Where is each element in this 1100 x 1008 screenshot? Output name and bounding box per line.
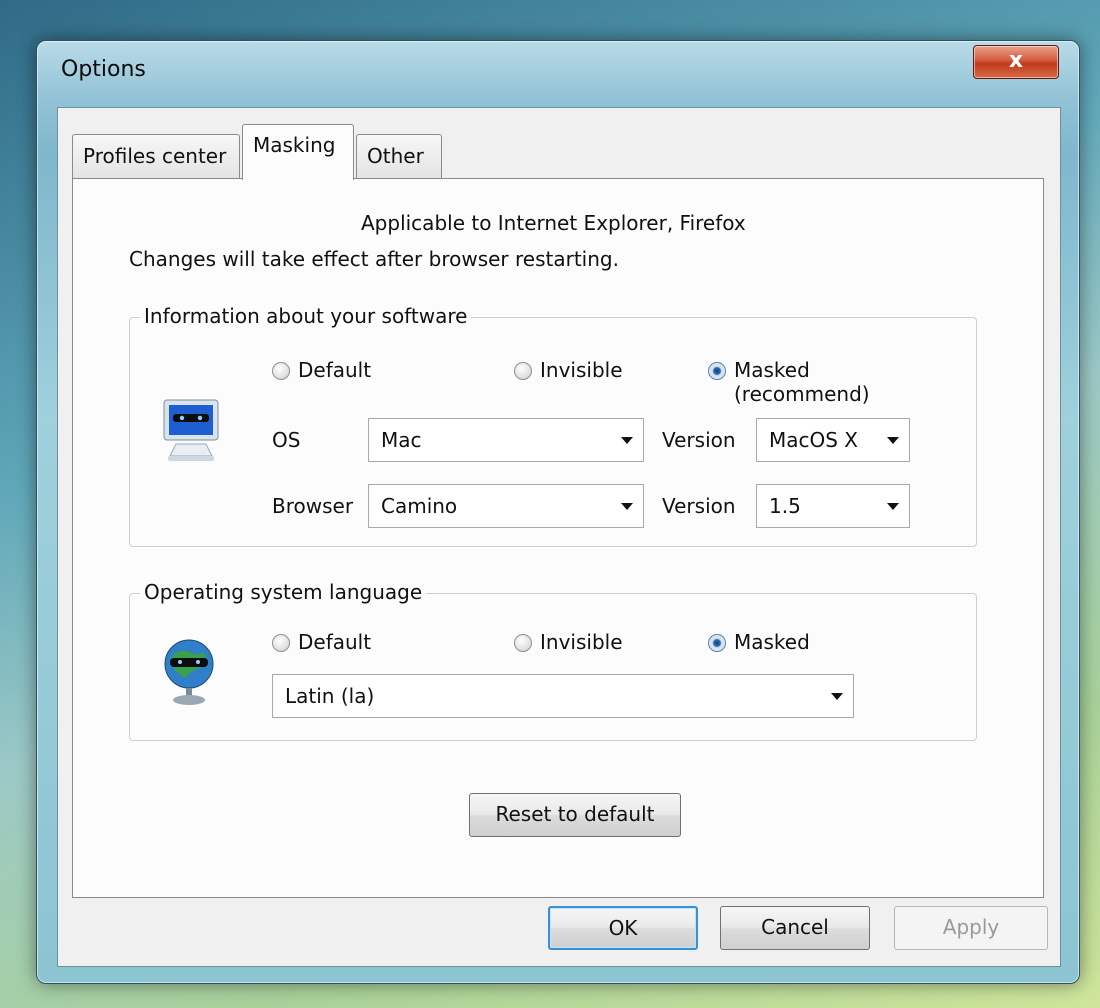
radio-label: Default <box>298 358 372 382</box>
software-default-radio[interactable]: Default <box>272 358 371 382</box>
language-masked-radio[interactable]: Masked <box>708 630 810 654</box>
reset-to-default-button[interactable]: Reset to default <box>469 793 681 837</box>
applicable-note: Applicable to Internet Explorer, Firefox <box>361 211 746 235</box>
chevron-down-icon <box>887 503 899 510</box>
chevron-down-icon <box>887 437 899 444</box>
language-invisible-radio[interactable]: Invisible <box>514 630 623 654</box>
software-group: Information about your software Default … <box>129 304 977 547</box>
radio-unchecked-icon <box>514 362 532 380</box>
chevron-down-icon <box>621 437 633 444</box>
language-group: Operating system language Default Invisi… <box>129 580 977 741</box>
software-group-title: Information about your software <box>140 304 472 328</box>
tab-other[interactable]: Other <box>356 134 442 178</box>
tab-profiles-center[interactable]: Profiles center <box>72 134 240 178</box>
radio-unchecked-icon <box>272 362 290 380</box>
software-invisible-radio[interactable]: Invisible <box>514 358 623 382</box>
restart-note: Changes will take effect after browser r… <box>129 247 619 271</box>
options-window: Options x Profiles center Masking Other … <box>36 40 1080 984</box>
radio-checked-icon <box>708 634 726 652</box>
radio-unchecked-icon <box>272 634 290 652</box>
radio-label: Default <box>298 630 372 654</box>
tab-masking[interactable]: Masking <box>242 124 354 180</box>
browser-version-select[interactable]: 1.5 <box>756 484 910 528</box>
radio-label: Invisible <box>540 630 623 654</box>
browser-version-label: Version <box>662 494 736 518</box>
language-default-radio[interactable]: Default <box>272 630 371 654</box>
recommend-note: (recommend) <box>734 382 870 406</box>
browser-select[interactable]: Camino <box>368 484 644 528</box>
masked-monitor-icon <box>160 396 222 470</box>
apply-button[interactable]: Apply <box>894 906 1048 950</box>
software-masked-radio[interactable]: Masked (recommend) <box>708 358 870 406</box>
cancel-button[interactable]: Cancel <box>720 906 870 950</box>
masked-globe-icon <box>160 634 218 712</box>
browser-value: Camino <box>381 494 458 518</box>
os-version-label: Version <box>662 428 736 452</box>
browser-version-value: 1.5 <box>769 494 801 518</box>
browser-label: Browser <box>272 494 354 518</box>
radio-checked-icon <box>708 362 726 380</box>
radio-label: Invisible <box>540 358 623 382</box>
os-label: OS <box>272 428 301 452</box>
radio-unchecked-icon <box>514 634 532 652</box>
masking-panel: Applicable to Internet Explorer, Firefox… <box>72 178 1044 898</box>
radio-label: Masked (recommend) <box>734 358 870 406</box>
window-title: Options <box>61 57 146 82</box>
radio-label: Masked <box>734 630 810 654</box>
os-value: Mac <box>381 428 422 452</box>
os-version-value: MacOS X <box>769 428 859 452</box>
ok-button[interactable]: OK <box>548 906 698 950</box>
language-group-title: Operating system language <box>140 580 427 604</box>
close-icon: x <box>1008 48 1024 73</box>
dialog-client: Profiles center Masking Other Applicable… <box>57 107 1061 967</box>
os-select[interactable]: Mac <box>368 418 644 462</box>
chevron-down-icon <box>621 503 633 510</box>
close-button[interactable]: x <box>973 45 1059 79</box>
language-select[interactable]: Latin (la) <box>272 674 854 718</box>
chevron-down-icon <box>831 693 843 700</box>
language-value: Latin (la) <box>285 684 375 708</box>
os-version-select[interactable]: MacOS X <box>756 418 910 462</box>
